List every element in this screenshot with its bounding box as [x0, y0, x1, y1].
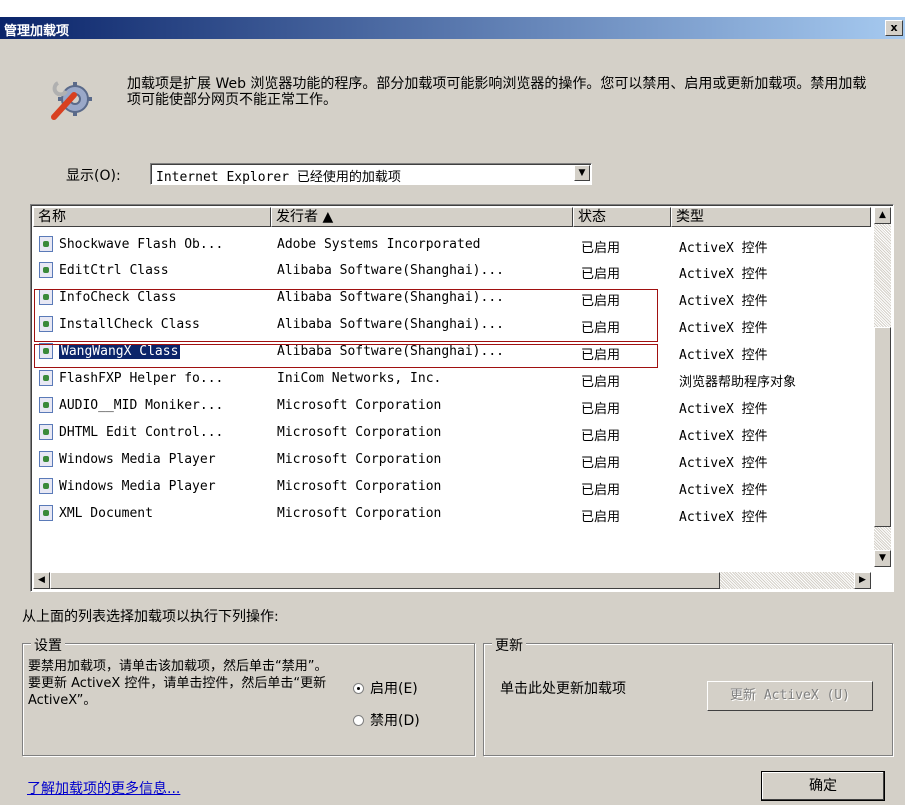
- addon-type: ActiveX 控件: [679, 429, 768, 444]
- addon-status: 已启用: [581, 241, 621, 256]
- table-row[interactable]: EditCtrl Class Alibaba Software(Shanghai…: [33, 258, 871, 284]
- window-title: 管理加载项: [4, 24, 70, 39]
- update-group: 更新 单击此处更新加载项 更新 ActiveX (U): [483, 635, 893, 756]
- show-label: 显示(O):: [66, 168, 121, 184]
- table-row[interactable]: XML Document Microsoft Corporation 已启用 A…: [33, 501, 871, 527]
- gear-wrench-icon: [48, 75, 96, 123]
- column-type[interactable]: 类型: [671, 207, 871, 227]
- addon-status: 已启用: [581, 510, 621, 525]
- table-row[interactable]: DHTML Edit Control... Microsoft Corporat…: [33, 420, 871, 446]
- scroll-down-icon[interactable]: ▼: [874, 550, 891, 567]
- addon-type: ActiveX 控件: [679, 510, 768, 525]
- addon-publisher: Microsoft Corporation: [277, 398, 442, 413]
- disable-label: 禁用(D): [370, 713, 420, 729]
- enable-radio[interactable]: 启用(E): [353, 678, 418, 698]
- addon-name: Windows Media Player: [59, 479, 216, 494]
- addon-publisher: IniCom Networks, Inc.: [277, 371, 442, 386]
- settings-instructions: 要禁用加载项，请单击该加载项，然后单击“禁用”。要更新 ActiveX 控件，请…: [28, 659, 328, 708]
- settings-group-title: 设置: [31, 635, 65, 655]
- table-row[interactable]: AUDIO__MID Moniker... Microsoft Corporat…: [33, 393, 871, 419]
- table-row[interactable]: Windows Media Player Microsoft Corporati…: [33, 447, 871, 473]
- show-dropdown-value: Internet Explorer 已经使用的加载项: [156, 170, 401, 185]
- addon-status: 已启用: [581, 375, 621, 390]
- column-status[interactable]: 状态: [573, 207, 671, 227]
- addon-publisher: Microsoft Corporation: [277, 425, 442, 440]
- top-margin: [0, 0, 905, 17]
- update-group-title: 更新: [492, 635, 526, 655]
- title-bar[interactable]: 管理加载项 x: [0, 17, 905, 39]
- addon-type: 浏览器帮助程序对象: [679, 375, 797, 390]
- scroll-up-icon[interactable]: ▲: [874, 207, 891, 224]
- manage-addons-dialog: 管理加载项 x 加载项是扩展 Web 浏览器功能的程序。部分加载项可能影响浏览器…: [0, 0, 905, 805]
- addon-publisher: Microsoft Corporation: [277, 506, 442, 521]
- vertical-scroll-thumb[interactable]: [874, 327, 891, 527]
- update-instructions: 单击此处更新加载项: [500, 681, 626, 697]
- addon-name: Windows Media Player: [59, 452, 216, 467]
- addon-type: ActiveX 控件: [679, 456, 768, 471]
- addon-name: FlashFXP Helper fo...: [59, 371, 224, 386]
- addon-name: Shockwave Flash Ob...: [59, 237, 224, 252]
- addon-status: 已启用: [581, 483, 621, 498]
- addon-type: ActiveX 控件: [679, 267, 768, 282]
- addon-icon: [39, 370, 53, 386]
- addon-type: ActiveX 控件: [679, 294, 768, 309]
- addon-publisher: Microsoft Corporation: [277, 479, 442, 494]
- description-text: 加载项是扩展 Web 浏览器功能的程序。部分加载项可能影响浏览器的操作。您可以禁…: [127, 76, 867, 108]
- addon-name: XML Document: [59, 506, 153, 521]
- list-header: 名称 发行者 ▲ 状态 类型: [33, 207, 871, 227]
- addon-type: ActiveX 控件: [679, 402, 768, 417]
- settings-group: 设置 要禁用加载项，请单击该加载项，然后单击“禁用”。要更新 ActiveX 控…: [22, 635, 475, 756]
- addon-name: DHTML Edit Control...: [59, 425, 224, 440]
- addon-icon: [39, 397, 53, 413]
- addon-name: AUDIO__MID Moniker...: [59, 398, 224, 413]
- addons-list[interactable]: 名称 发行者 ▲ 状态 类型 Shockwave Flash Ob... Ado…: [30, 204, 894, 592]
- scroll-right-icon[interactable]: ▶: [854, 572, 871, 589]
- horizontal-scrollbar[interactable]: ◀ ▶: [33, 572, 871, 589]
- ok-button[interactable]: 确定: [761, 771, 885, 801]
- scroll-left-icon[interactable]: ◀: [33, 572, 50, 589]
- addon-icon: [39, 262, 53, 278]
- table-row[interactable]: Shockwave Flash Ob... Adobe Systems Inco…: [33, 232, 871, 258]
- chevron-down-icon[interactable]: ▼: [574, 165, 590, 181]
- column-name[interactable]: 名称: [33, 207, 271, 227]
- addon-icon: [39, 505, 53, 521]
- addon-status: 已启用: [581, 456, 621, 471]
- addon-type: ActiveX 控件: [679, 241, 768, 256]
- disable-radio[interactable]: 禁用(D): [353, 710, 420, 730]
- vertical-scrollbar[interactable]: ▲ ▼: [874, 207, 891, 567]
- addon-type: ActiveX 控件: [679, 348, 768, 363]
- table-row[interactable]: Windows Media Player Microsoft Corporati…: [33, 474, 871, 500]
- highlight-box: [34, 289, 658, 342]
- update-activex-button[interactable]: 更新 ActiveX (U): [707, 681, 873, 711]
- addon-icon: [39, 424, 53, 440]
- close-button[interactable]: x: [885, 20, 903, 36]
- addon-publisher: Alibaba Software(Shanghai)...: [277, 263, 504, 278]
- addon-icon: [39, 236, 53, 252]
- show-dropdown[interactable]: Internet Explorer 已经使用的加载项 ▼: [150, 163, 592, 185]
- horizontal-scroll-thumb[interactable]: [50, 572, 720, 589]
- addon-status: 已启用: [581, 402, 621, 417]
- radio-unselected-icon: [353, 715, 364, 726]
- addon-status: 已启用: [581, 267, 621, 282]
- addon-icon: [39, 451, 53, 467]
- addon-icon: [39, 478, 53, 494]
- more-info-link[interactable]: 了解加载项的更多信息...: [27, 778, 180, 798]
- highlight-box: [34, 344, 658, 368]
- table-row[interactable]: FlashFXP Helper fo... IniCom Networks, I…: [33, 366, 871, 392]
- addon-type: ActiveX 控件: [679, 483, 768, 498]
- addon-type: ActiveX 控件: [679, 321, 768, 336]
- radio-selected-icon: [353, 683, 364, 694]
- enable-label: 启用(E): [370, 681, 418, 697]
- column-publisher[interactable]: 发行者 ▲: [271, 207, 573, 227]
- action-instruction: 从上面的列表选择加载项以执行下列操作:: [22, 609, 279, 625]
- addon-publisher: Adobe Systems Incorporated: [277, 237, 481, 252]
- addon-name: EditCtrl Class: [59, 263, 169, 278]
- addon-publisher: Microsoft Corporation: [277, 452, 442, 467]
- addon-status: 已启用: [581, 429, 621, 444]
